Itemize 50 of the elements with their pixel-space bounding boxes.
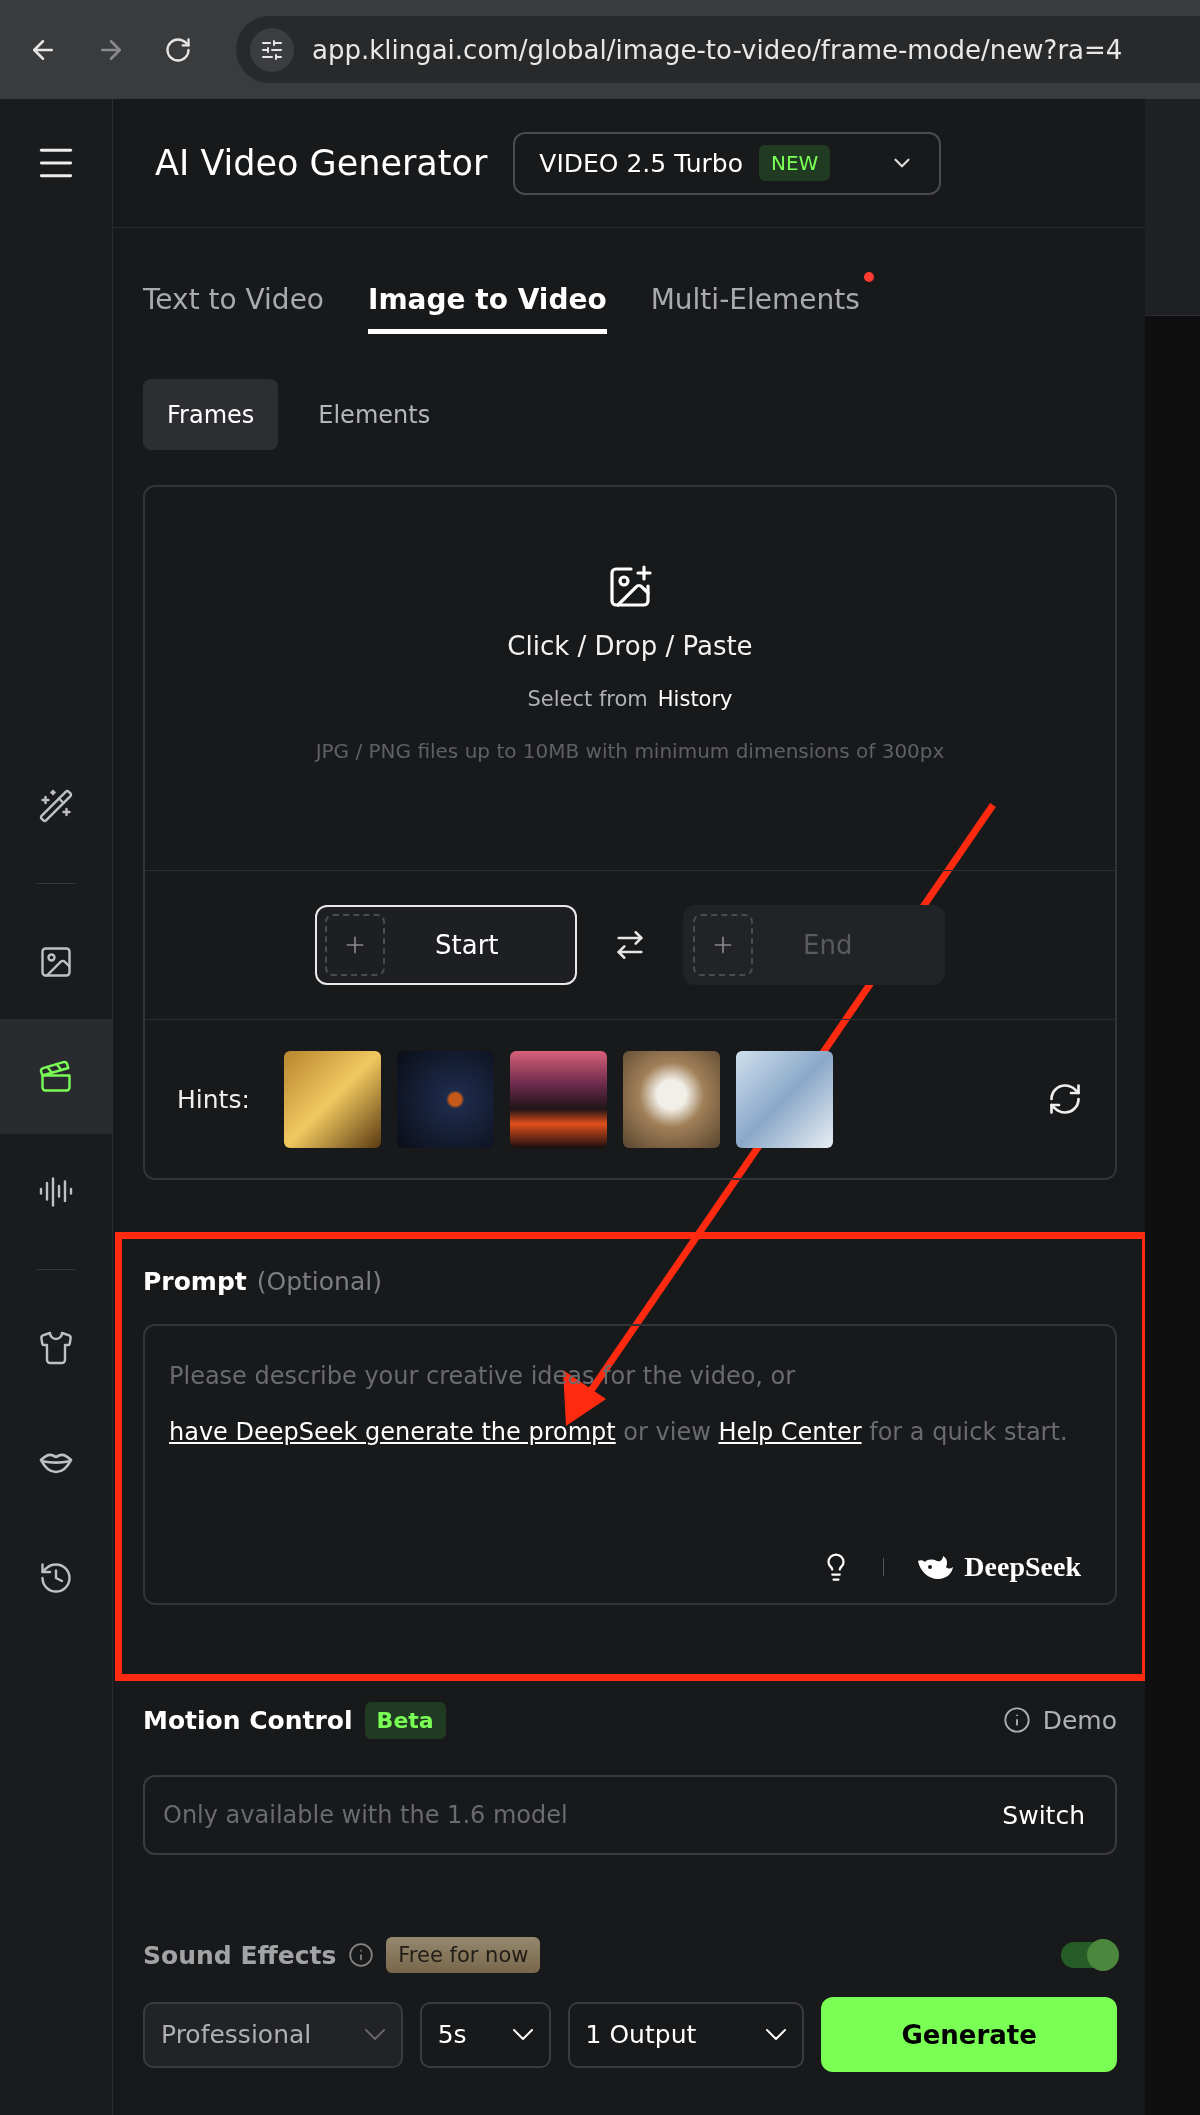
deepseek-button[interactable]: DeepSeek xyxy=(916,1551,1081,1583)
free-badge: Free for now xyxy=(386,1937,541,1973)
info-icon[interactable] xyxy=(348,1942,375,1968)
history-label: Select from xyxy=(527,687,648,711)
mode-tab[interactable]: Text to Video xyxy=(143,270,324,334)
sidebar-item[interactable] xyxy=(0,1019,112,1134)
mode-select[interactable]: Professional xyxy=(143,2001,403,2068)
sound-effects-label: Sound Effects xyxy=(143,1940,337,1970)
refresh-icon[interactable] xyxy=(1047,1081,1083,1117)
site-settings-icon[interactable] xyxy=(250,27,294,72)
reload-icon[interactable] xyxy=(164,35,192,64)
generate-button[interactable]: Generate xyxy=(821,1997,1117,2072)
beta-badge: Beta xyxy=(364,1701,446,1739)
plus-icon xyxy=(325,914,385,976)
prompt-link[interactable]: Help Center xyxy=(718,1418,862,1446)
prompt-label: Prompt xyxy=(143,1267,247,1296)
chevron-down-icon xyxy=(766,2029,787,2040)
page-title: AI Video Generator xyxy=(155,143,488,183)
mode-tab[interactable]: Image to Video xyxy=(368,270,607,334)
motion-control-label: Motion Control xyxy=(143,1705,353,1735)
sound-toggle[interactable] xyxy=(1061,1942,1117,1968)
chevron-down-icon xyxy=(364,2029,385,2040)
shirt-icon xyxy=(38,1329,74,1366)
photo-placeholder[interactable] xyxy=(735,1050,833,1148)
model-selector[interactable]: VIDEO 2.5 Turbo NEW xyxy=(513,131,942,195)
prompt-link[interactable]: have DeepSeek generate the prompt xyxy=(169,1418,616,1446)
video-icon xyxy=(38,1058,74,1095)
hints-label: Hints: xyxy=(177,1084,250,1114)
url-text: app.klingai.com/global/image-to-video/frame-mode/new?ra=4 xyxy=(312,34,1123,65)
output-select[interactable]: 1 Output xyxy=(567,2001,805,2068)
file-requirements: JPG / PNG files up to 10MB with minimum dimensions of 300px xyxy=(315,739,945,763)
photo-placeholder[interactable] xyxy=(283,1050,381,1148)
motion-control-field[interactable]: Only available with the 1.6 model Switch xyxy=(143,1775,1117,1855)
chevron-down-icon xyxy=(512,2029,533,2040)
switch-button[interactable]: Switch xyxy=(996,1799,1091,1831)
optional-label: (Optional) xyxy=(256,1267,382,1296)
history-link[interactable]: History xyxy=(657,687,733,711)
upload-prompt[interactable]: Click / Drop / Paste xyxy=(507,631,753,661)
mode-tab[interactable]: Multi-Elements xyxy=(650,270,860,334)
sub-tab[interactable]: Elements xyxy=(294,379,455,450)
sub-tab[interactable]: Frames xyxy=(143,379,279,450)
frame-button[interactable]: Start xyxy=(315,905,577,985)
plus-icon xyxy=(693,914,753,976)
magic-wand-icon xyxy=(38,787,74,824)
address-bar[interactable]: app.klingai.com/global/image-to-video/frame-mode/new?ra=4 xyxy=(236,16,1200,83)
new-badge: NEW xyxy=(758,145,831,181)
duration-select[interactable]: 5s xyxy=(419,2001,551,2068)
demo-link[interactable]: Demo xyxy=(1002,1705,1117,1735)
info-icon xyxy=(1002,1706,1031,1734)
photo-placeholder[interactable] xyxy=(622,1050,720,1148)
